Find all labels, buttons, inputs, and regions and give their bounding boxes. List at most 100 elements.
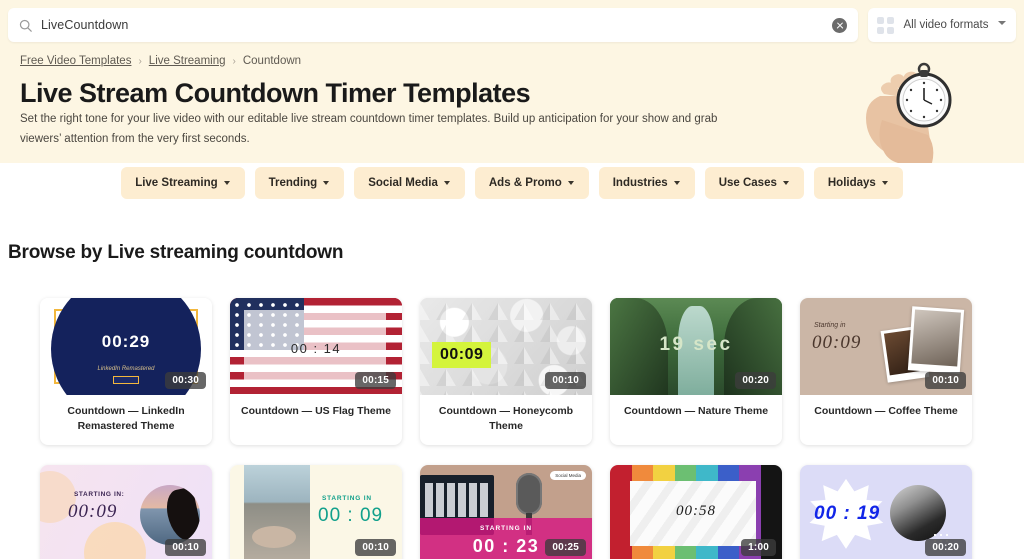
breadcrumb-separator: › — [138, 55, 142, 67]
breadcrumb-item-live-streaming[interactable]: Live Streaming — [149, 55, 226, 67]
template-grid: 00:29 LinkedIn Remastered 00:30 Countdow… — [40, 298, 990, 559]
search-box[interactable] — [8, 8, 858, 42]
decorative-pill — [113, 376, 139, 384]
template-thumbnail-nature: 19 sec 00:20 — [610, 298, 782, 395]
template-card[interactable]: Social Media STARTING IN 00 : 23 00:25 — [420, 464, 592, 559]
template-card[interactable]: STARTING IN: 00:09 00:10 — [40, 464, 212, 559]
duration-badge: 00:20 — [925, 538, 966, 556]
duration-badge: 00:15 — [355, 372, 396, 389]
grid-icon — [877, 16, 894, 34]
breadcrumb-separator: › — [232, 55, 236, 67]
filter-chip-label: Live Streaming — [135, 177, 218, 189]
breadcrumb-item-countdown: Countdown — [242, 55, 302, 67]
page-description: Set the right tone for your live video w… — [20, 113, 718, 145]
filter-chip-use-cases[interactable]: Use Cases — [704, 167, 804, 199]
template-card[interactable]: 00 : 19 00:20 — [800, 464, 972, 559]
video-format-dropdown[interactable]: All video formats — [868, 8, 1016, 42]
starting-in-label: STARTING IN — [479, 524, 533, 532]
duration-badge: 00:30 — [165, 372, 206, 389]
filter-chip-industries[interactable]: Industries — [598, 167, 695, 199]
countdown-timer-text: 00:58 — [676, 502, 716, 519]
filter-chip-holidays[interactable]: Holidays — [813, 167, 903, 199]
filter-chip-bar: Live Streaming Trending Social Media Ads… — [0, 165, 1024, 201]
template-card-title: Countdown — Honeycomb Theme — [438, 405, 574, 432]
starting-in-label: STARTING IN: — [74, 490, 125, 498]
filter-chip-label: Holidays — [827, 177, 876, 189]
chevron-down-icon — [323, 181, 330, 185]
template-card[interactable]: 00:29 LinkedIn Remastered 00:30 Countdow… — [40, 298, 212, 445]
filter-chip-social-media[interactable]: Social Media — [354, 167, 465, 199]
page-root: All video formats Free Video Templates ›… — [0, 0, 1024, 559]
section-heading: Browse by Live streaming countdown — [8, 242, 344, 263]
duration-badge: 00:10 — [165, 538, 206, 556]
filter-chip-label: Trending — [268, 177, 318, 189]
countdown-timer-text: 00:29 — [101, 332, 151, 351]
template-card[interactable]: 19 sec 00:20 Countdown — Nature Theme — [610, 298, 782, 445]
template-card[interactable]: 00 : 14 00:15 Countdown — US Flag Theme — [230, 298, 402, 445]
countdown-timer-text: 19 sec — [659, 334, 733, 355]
search-toolbar: All video formats — [8, 8, 1016, 42]
search-input[interactable] — [41, 18, 832, 32]
thumbnail-subtitle: LinkedIn Remastered — [97, 366, 155, 372]
microphone-shape — [516, 472, 542, 535]
filter-chip-label: Social Media — [368, 177, 438, 189]
template-card-title: Countdown — Coffee Theme — [814, 405, 958, 417]
template-thumbnail-podcast: Social Media STARTING IN 00 : 23 00:25 — [420, 464, 592, 559]
chevron-down-icon — [673, 181, 681, 185]
chevron-down-icon — [223, 181, 231, 185]
video-format-label: All video formats — [903, 19, 989, 31]
clear-search-button[interactable] — [832, 17, 847, 33]
template-card-title: Countdown — Nature Theme — [623, 405, 769, 417]
chevron-down-icon — [881, 181, 889, 185]
filter-chip-trending[interactable]: Trending — [254, 167, 345, 199]
polaroid-photo — [907, 306, 965, 374]
template-card-title: Countdown — LinkedIn Remastered Theme — [67, 405, 185, 432]
filter-chip-ads-promo[interactable]: Ads & Promo — [474, 167, 589, 199]
chevron-down-icon — [443, 181, 451, 185]
template-thumbnail-linkedin: 00:29 LinkedIn Remastered 00:30 — [40, 298, 212, 395]
breadcrumb-item-free-video-templates[interactable]: Free Video Templates — [20, 55, 131, 67]
page-title: Live Stream Countdown Timer Templates — [20, 78, 531, 108]
chevron-down-icon — [782, 181, 790, 185]
starting-in-label: STARTING IN — [322, 494, 372, 502]
starting-in-label: Starting in — [814, 322, 846, 329]
template-card-title: Countdown — US Flag Theme — [241, 405, 391, 417]
stones-photo — [244, 464, 310, 559]
template-card[interactable]: 00:58 1:00 — [610, 464, 782, 559]
hero-section: All video formats Free Video Templates ›… — [0, 0, 1024, 163]
chevron-down-icon — [998, 21, 1006, 29]
countdown-timer-text: 00:09 — [432, 342, 492, 368]
duration-badge: 1:00 — [741, 538, 776, 556]
template-thumbnail-starburst: 00 : 19 00:20 — [800, 464, 972, 559]
countdown-timer-text: 00 : 19 — [814, 502, 881, 524]
duration-badge: 00:10 — [355, 538, 396, 556]
template-card[interactable]: 00:09 00:10 Countdown — Honeycomb Theme — [420, 298, 592, 445]
filter-chip-label: Industries — [612, 177, 668, 189]
template-thumbnail-stones: STARTING IN 00 : 09 00:10 — [230, 464, 402, 559]
decorative-blob — [84, 521, 146, 559]
duration-badge: 00:20 — [735, 372, 776, 389]
duration-badge: 00:10 — [925, 372, 966, 389]
template-thumbnail-honeycomb: 00:09 00:10 — [420, 298, 592, 395]
template-thumbnail-us-flag: 00 : 14 00:15 — [230, 298, 402, 395]
circular-photo — [140, 484, 200, 545]
breadcrumb: Free Video Templates › Live Streaming › … — [20, 55, 301, 67]
chevron-down-icon — [567, 181, 575, 185]
duration-badge: 00:25 — [545, 538, 586, 556]
template-thumbnail-coffee: Starting in 00:09 00:10 — [800, 298, 972, 395]
countdown-timer-text: 00 : 09 — [318, 504, 384, 526]
template-thumbnail-rainbow: 00:58 1:00 — [610, 464, 782, 559]
template-thumbnail-pastel-yoga: STARTING IN: 00:09 00:10 — [40, 464, 212, 559]
hand-holding-stopwatch-icon — [822, 58, 982, 163]
brand-logo: Social Media — [550, 470, 586, 480]
filter-chip-label: Ads & Promo — [488, 177, 562, 189]
duration-badge: 00:10 — [545, 372, 586, 389]
filter-chip-label: Use Cases — [718, 177, 777, 189]
template-card[interactable]: Starting in 00:09 00:10 Countdown — Coff… — [800, 298, 972, 445]
filter-chip-live-streaming[interactable]: Live Streaming — [121, 167, 245, 199]
countdown-timer-text: 00:09 — [812, 332, 862, 353]
countdown-timer-text: 00:09 — [68, 500, 118, 522]
search-icon — [19, 19, 32, 32]
countdown-timer-text: 00 : 14 — [290, 341, 342, 356]
template-card[interactable]: STARTING IN 00 : 09 00:10 — [230, 464, 402, 559]
